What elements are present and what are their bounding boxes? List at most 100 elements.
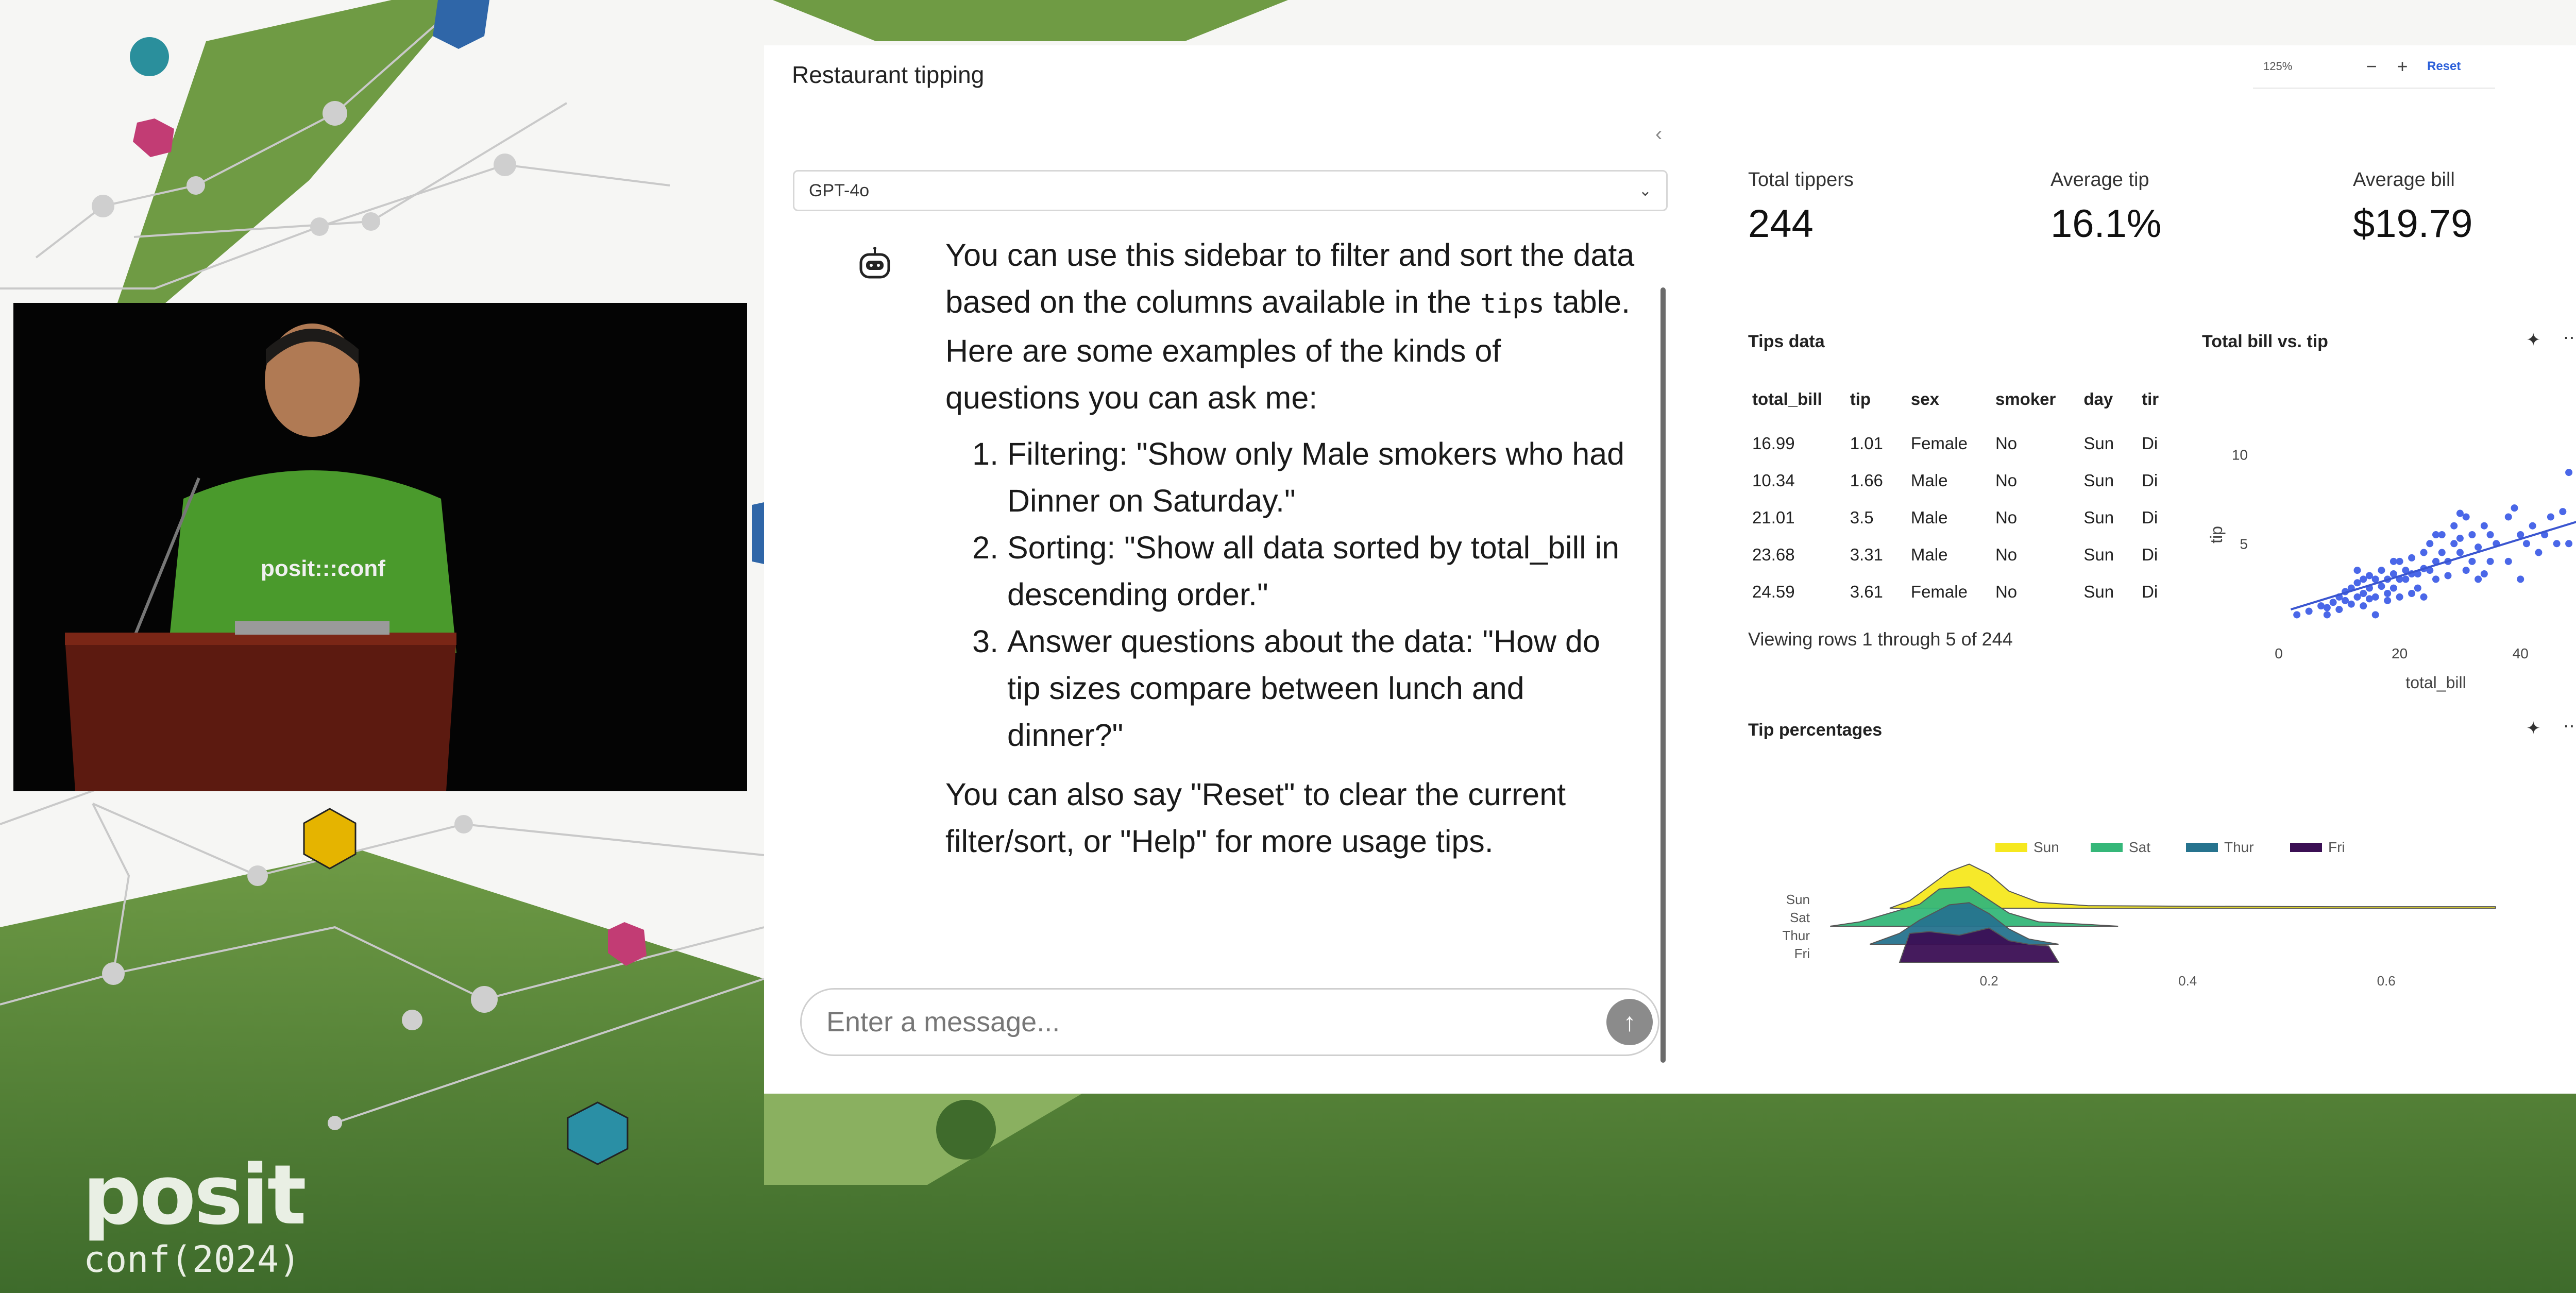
message-intro: You can use this sidebar to filter and s… <box>945 237 1635 415</box>
legend-swatch <box>2290 843 2322 852</box>
sidebar-scrollbar[interactable] <box>1660 287 1666 1063</box>
scatter-point <box>2389 557 2397 565</box>
table-footer: Viewing rows 1 through 5 of 244 <box>1748 628 2013 650</box>
table-cell: Sun <box>2083 471 2114 490</box>
table-cell: 23.68 <box>1752 545 1795 564</box>
column-header[interactable]: tir <box>2132 389 2177 422</box>
column-header[interactable]: smoker <box>1986 389 2074 422</box>
send-button[interactable]: ↑ <box>1606 999 1653 1045</box>
more-icon[interactable]: ⋯ <box>2563 328 2576 348</box>
scatter-point <box>2475 543 2482 551</box>
density-fri <box>1899 927 2060 963</box>
zoom-out-button[interactable]: − <box>2356 56 2387 77</box>
scatter-point <box>2438 549 2446 556</box>
legend-label: Sun <box>2033 839 2059 855</box>
value-box-label: Total tippers <box>1748 169 1854 191</box>
scatter-point <box>2468 557 2476 565</box>
scatter-point <box>2360 590 2367 597</box>
y-category-label: Sat <box>1790 910 1810 925</box>
legend-swatch <box>1995 843 2027 852</box>
speaker-video: posit:::conf <box>13 303 747 791</box>
assistant-icon <box>859 247 890 279</box>
value-box-value: 16.1% <box>2050 202 2162 246</box>
sparkle-icon[interactable]: ✦ <box>2526 718 2541 739</box>
scatter-point <box>2371 611 2379 619</box>
scatter-point <box>2353 579 2361 587</box>
posit-logo: posit <box>82 1147 307 1243</box>
message-input[interactable]: Enter a message... ↑ <box>800 988 1659 1056</box>
scatter-point <box>2353 567 2361 574</box>
app-title: Restaurant tipping <box>792 61 985 88</box>
table-cell: Sun <box>2083 508 2114 527</box>
scatter-point <box>2323 611 2331 619</box>
assistant-message: You can use this sidebar to filter and s… <box>945 232 1636 865</box>
scatter-point <box>2323 604 2331 611</box>
column-header[interactable]: total_bill <box>1743 389 1841 422</box>
list-item: Sorting: "Show all data sorted by total_… <box>1007 524 1636 618</box>
scatter-point <box>2396 593 2403 601</box>
scatter-point <box>2335 606 2343 614</box>
x-tick-label: 0.6 <box>2377 973 2396 989</box>
model-select[interactable]: GPT-4o ⌄ <box>793 170 1668 211</box>
scatter-point <box>2475 575 2482 583</box>
legend-label: Fri <box>2328 839 2345 855</box>
scatter-point <box>2547 513 2554 521</box>
table-row: 10.34 1.66 Male No Sun Di <box>1743 460 2177 497</box>
scatter-point <box>2486 531 2494 538</box>
table-cell: Sun <box>2083 582 2114 601</box>
scatter-point <box>2456 534 2464 542</box>
scatter-point <box>2529 522 2536 530</box>
table-row: 23.68 3.31 Male No Sun Di <box>1743 534 2177 571</box>
table-cell: Di <box>2142 508 2158 527</box>
scatter-point <box>2426 540 2434 548</box>
message-outro: You can also say "Reset" to clear the cu… <box>945 777 1566 859</box>
zoom-reset-button[interactable]: Reset <box>2427 59 2461 74</box>
conf-year-label: conf(2024) <box>83 1238 301 1281</box>
table-row: 21.01 3.5 Male No Sun Di <box>1743 497 2177 534</box>
scatter-point <box>2450 522 2458 530</box>
table-cell: 3.5 <box>1850 508 1874 527</box>
scatter-point <box>2565 540 2573 548</box>
y-category-label: Fri <box>1794 946 1810 961</box>
x-tick-label: 0.4 <box>2178 973 2197 989</box>
table-cell: 3.31 <box>1850 545 1883 564</box>
column-header[interactable]: day <box>2074 389 2132 422</box>
scatter-point <box>2402 575 2410 583</box>
table-cell: Di <box>2142 471 2158 490</box>
table-cell: No <box>1995 545 2018 564</box>
message-input-placeholder: Enter a message... <box>826 1007 1060 1037</box>
scatter-point <box>2420 593 2428 601</box>
table-cell: No <box>1995 434 2018 453</box>
speaker-image: posit:::conf <box>13 303 747 791</box>
scatter-point <box>2444 572 2452 580</box>
y-axis-label: tip <box>2207 526 2226 543</box>
table-cell: No <box>1995 471 2018 490</box>
zoom-in-button[interactable]: + <box>2387 56 2418 77</box>
table-row: 24.59 3.61 Female No Sun Di <box>1743 571 2177 608</box>
app-window: Restaurant tipping 125% − + Reset ‹ GPT-… <box>764 45 2576 1094</box>
tips-table: total_bill tip sex smoker day tir 16.99 1.01 Fe… <box>1743 389 2177 608</box>
legend-label: Thur <box>2224 839 2254 855</box>
table-row: 16.99 1.01 Female No Sun Di <box>1743 422 2177 460</box>
more-icon[interactable]: ⋯ <box>2563 716 2576 737</box>
scatter-point <box>2456 549 2464 556</box>
scatter-chart: 0 20 40 5 10 total_bill tip <box>2207 447 2576 692</box>
sparkle-icon[interactable]: ✦ <box>2526 330 2541 350</box>
scatter-point <box>2365 572 2373 580</box>
tip-percentages-title: Tip percentages <box>1748 720 1883 740</box>
scatter-point <box>2522 540 2530 548</box>
table-cell: 1.66 <box>1850 471 1883 490</box>
chevron-left-icon[interactable]: ‹ <box>1655 123 1662 146</box>
table-cell: 21.01 <box>1752 508 1795 527</box>
scatter-point <box>2517 575 2524 583</box>
list-item: Filtering: "Show only Male smokers who h… <box>1007 431 1636 524</box>
column-header[interactable]: tip <box>1841 389 1902 422</box>
zoom-level: 125% <box>2263 60 2293 73</box>
scatter-point <box>2365 595 2373 603</box>
x-tick-label: 40 <box>2513 645 2529 661</box>
x-tick-label: 20 <box>2392 645 2408 661</box>
list-item: Answer questions about the data: "How do… <box>1007 618 1636 759</box>
scatter-point <box>2504 557 2512 565</box>
column-header[interactable]: sex <box>1902 389 1986 422</box>
ridgeline-chart: Sun Sat Thur Fri Sun Sat Thur Fri 0.2 0.4 0.6 <box>1783 839 2496 989</box>
